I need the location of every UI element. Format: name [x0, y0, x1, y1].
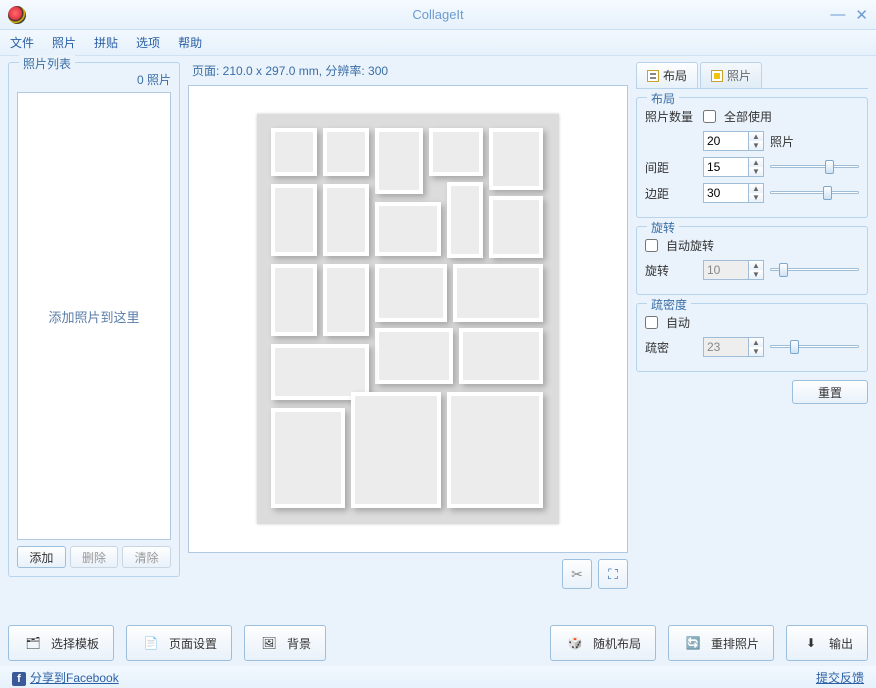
- crop-icon: ✂: [571, 566, 583, 583]
- rotate-group: 旋转 自动旋转 旋转 ▲▼: [636, 226, 868, 295]
- app-icon: [8, 6, 26, 24]
- auto-rotate-checkbox[interactable]: [645, 239, 658, 252]
- output-button[interactable]: ⬇输出: [786, 625, 868, 661]
- main-area: 照片列表 0 照片 添加照片到这里 添加 删除 清除 页面: 210.0 x 2…: [0, 56, 876, 620]
- background-button[interactable]: 🖼背景: [244, 625, 326, 661]
- layout-icon: [647, 70, 659, 82]
- menu-options[interactable]: 选项: [136, 34, 160, 51]
- density-group: 疏密度 自动 疏密 ▲▼: [636, 303, 868, 372]
- page-setup-icon: 📄: [141, 633, 161, 653]
- photo-drop-area[interactable]: 添加照片到这里: [17, 92, 171, 540]
- density-slider: [770, 338, 859, 356]
- rotate-group-title: 旋转: [647, 219, 679, 236]
- photo-count: 0 照片: [17, 71, 171, 88]
- titlebar: CollageIt — ✕: [0, 0, 876, 30]
- drop-placeholder: 添加照片到这里: [48, 307, 139, 326]
- rearrange-icon: 🔄: [683, 633, 703, 653]
- canvas-area[interactable]: [188, 85, 628, 553]
- share-facebook[interactable]: f分享到Facebook: [12, 669, 119, 686]
- canvas-buttons: ✂ ⛶: [188, 559, 628, 589]
- photo-icon: [711, 70, 723, 82]
- use-all-label: 全部使用: [724, 108, 772, 125]
- photos-suffix: 照片: [770, 133, 794, 150]
- photo-list-title: 照片列表: [19, 55, 75, 72]
- density-group-title: 疏密度: [647, 296, 691, 313]
- use-all-checkbox[interactable]: [703, 110, 716, 123]
- rotate-label: 旋转: [645, 262, 697, 279]
- margin-slider[interactable]: [770, 184, 859, 202]
- tabs: 布局 照片: [636, 62, 868, 89]
- clear-button: 清除: [122, 546, 171, 568]
- tab-layout[interactable]: 布局: [636, 62, 698, 88]
- photo-list-panel: 照片列表 0 照片 添加照片到这里 添加 删除 清除: [8, 62, 180, 577]
- auto-density-checkbox[interactable]: [645, 316, 658, 329]
- margin-spinner[interactable]: ▲▼: [703, 183, 764, 203]
- rotate-spinner: ▲▼: [703, 260, 764, 280]
- spacing-label: 间距: [645, 159, 697, 176]
- rotate-slider: [770, 261, 859, 279]
- menubar: 文件 照片 拼贴 选项 帮助: [0, 30, 876, 56]
- spacing-spinner[interactable]: ▲▼: [703, 157, 764, 177]
- fit-icon: ⛶: [608, 567, 618, 581]
- minimize-button[interactable]: —: [830, 6, 845, 24]
- background-icon: 🖼: [259, 633, 279, 653]
- photo-list-buttons: 添加 删除 清除: [17, 546, 171, 568]
- spin-up-icon[interactable]: ▲: [749, 132, 763, 141]
- menu-collage[interactable]: 拼贴: [94, 34, 118, 51]
- menu-help[interactable]: 帮助: [178, 34, 202, 51]
- delete-button: 删除: [70, 546, 119, 568]
- center-panel: 页面: 210.0 x 297.0 mm, 分辨率: 300: [188, 62, 628, 614]
- reset-button[interactable]: 重置: [792, 380, 868, 404]
- random-icon: 🎲: [565, 633, 585, 653]
- fit-button[interactable]: ⛶: [598, 559, 628, 589]
- statusbar: f分享到Facebook 提交反馈: [0, 666, 876, 688]
- photo-count-spinner[interactable]: ▲▼: [703, 131, 764, 151]
- auto-rotate-label: 自动旋转: [666, 237, 714, 254]
- output-icon: ⬇: [801, 633, 821, 653]
- tab-photo[interactable]: 照片: [700, 62, 762, 88]
- add-button[interactable]: 添加: [17, 546, 66, 568]
- photo-count-label: 照片数量: [645, 108, 697, 125]
- layout-group: 布局 照片数量 全部使用 ▲▼ 照片 间距 ▲▼ 边距 ▲▼: [636, 97, 868, 218]
- window-title: CollageIt: [412, 7, 463, 22]
- toolbar: 🗂选择模板 📄页面设置 🖼背景 🎲随机布局 🔄重排照片 ⬇输出: [8, 620, 868, 666]
- right-panel: 布局 照片 布局 照片数量 全部使用 ▲▼ 照片 间距 ▲▼ 边距 ▲▼: [636, 62, 868, 614]
- crop-button[interactable]: ✂: [562, 559, 592, 589]
- template-icon: 🗂: [23, 633, 43, 653]
- menu-photo[interactable]: 照片: [52, 34, 76, 51]
- reset-row: 重置: [636, 380, 868, 404]
- template-button[interactable]: 🗂选择模板: [8, 625, 114, 661]
- margin-label: 边距: [645, 185, 697, 202]
- left-panel: 照片列表 0 照片 添加照片到这里 添加 删除 清除: [8, 62, 180, 614]
- spin-down-icon[interactable]: ▼: [749, 141, 763, 150]
- facebook-icon: f: [12, 672, 26, 686]
- close-button[interactable]: ✕: [855, 6, 868, 24]
- spacing-slider[interactable]: [770, 158, 859, 176]
- menu-file[interactable]: 文件: [10, 34, 34, 51]
- page-setup-button[interactable]: 📄页面设置: [126, 625, 232, 661]
- page-info: 页面: 210.0 x 297.0 mm, 分辨率: 300: [188, 62, 628, 79]
- collage-page: [257, 114, 559, 524]
- auto-density-label: 自动: [666, 314, 690, 331]
- layout-group-title: 布局: [647, 90, 679, 107]
- window-controls: — ✕: [830, 6, 868, 24]
- density-spinner: ▲▼: [703, 337, 764, 357]
- density-label: 疏密: [645, 339, 697, 356]
- random-button[interactable]: 🎲随机布局: [550, 625, 656, 661]
- rearrange-button[interactable]: 🔄重排照片: [668, 625, 774, 661]
- feedback-link[interactable]: 提交反馈: [816, 669, 864, 686]
